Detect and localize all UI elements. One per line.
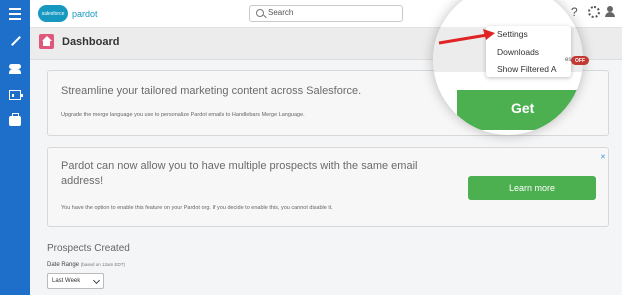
wand-icon[interactable] [9, 36, 21, 46]
salesforce-logo: salesforce [38, 5, 68, 22]
menu-item-show-filtered[interactable]: Show Filtered A [497, 64, 557, 74]
menu-item-settings[interactable]: Settings [497, 29, 528, 39]
magnified-button-text: Get [511, 100, 535, 116]
date-range-select[interactable]: Last Week [47, 273, 104, 289]
search-icon [256, 9, 264, 17]
chevron-down-icon [92, 276, 101, 285]
left-sidebar [0, 28, 30, 295]
menu-item-downloads[interactable]: Downloads [497, 47, 539, 57]
prospects-created-title: Prospects Created [47, 243, 130, 254]
pointer-arrow-icon [438, 29, 495, 45]
card-title: Streamline your tailored marketing conte… [61, 85, 362, 97]
card-title: Pardot can now allow you to have multipl… [61, 160, 418, 187]
card-description: You have the option to enable this featu… [61, 205, 333, 211]
search-input[interactable]: Search [249, 5, 403, 22]
off-toggle[interactable]: OFF [571, 56, 589, 65]
page-title: Dashboard [62, 36, 120, 48]
gear-icon[interactable] [588, 6, 600, 18]
menu-icon[interactable] [0, 0, 30, 28]
logo[interactable]: salesforce pardot [38, 5, 98, 22]
search-placeholder: Search [268, 8, 294, 17]
settings-dropdown: Settings Downloads Show Filtered A [486, 26, 571, 77]
briefcase-icon[interactable] [9, 113, 21, 126]
home-icon [39, 34, 54, 49]
chart-icon[interactable] [9, 90, 23, 100]
duplicate-prospects-card: Pardot can now allow you to have multipl… [47, 147, 609, 227]
date-range-value: Last Week [52, 278, 81, 284]
user-icon[interactable] [604, 6, 616, 18]
date-range-note: (based on 12am EDT) [80, 262, 125, 267]
pardot-logo-text: pardot [72, 8, 98, 19]
close-icon[interactable]: ✕ [600, 153, 606, 161]
date-range-label: Date Range (based on 12am EDT) [47, 262, 125, 268]
card-description: Upgrade the merge language you use to pe… [61, 112, 305, 118]
learn-more-button[interactable]: Learn more [468, 176, 596, 200]
people-icon[interactable] [9, 64, 21, 74]
help-icon[interactable]: ? [571, 5, 578, 19]
date-range-label-text: Date Range [47, 262, 80, 268]
